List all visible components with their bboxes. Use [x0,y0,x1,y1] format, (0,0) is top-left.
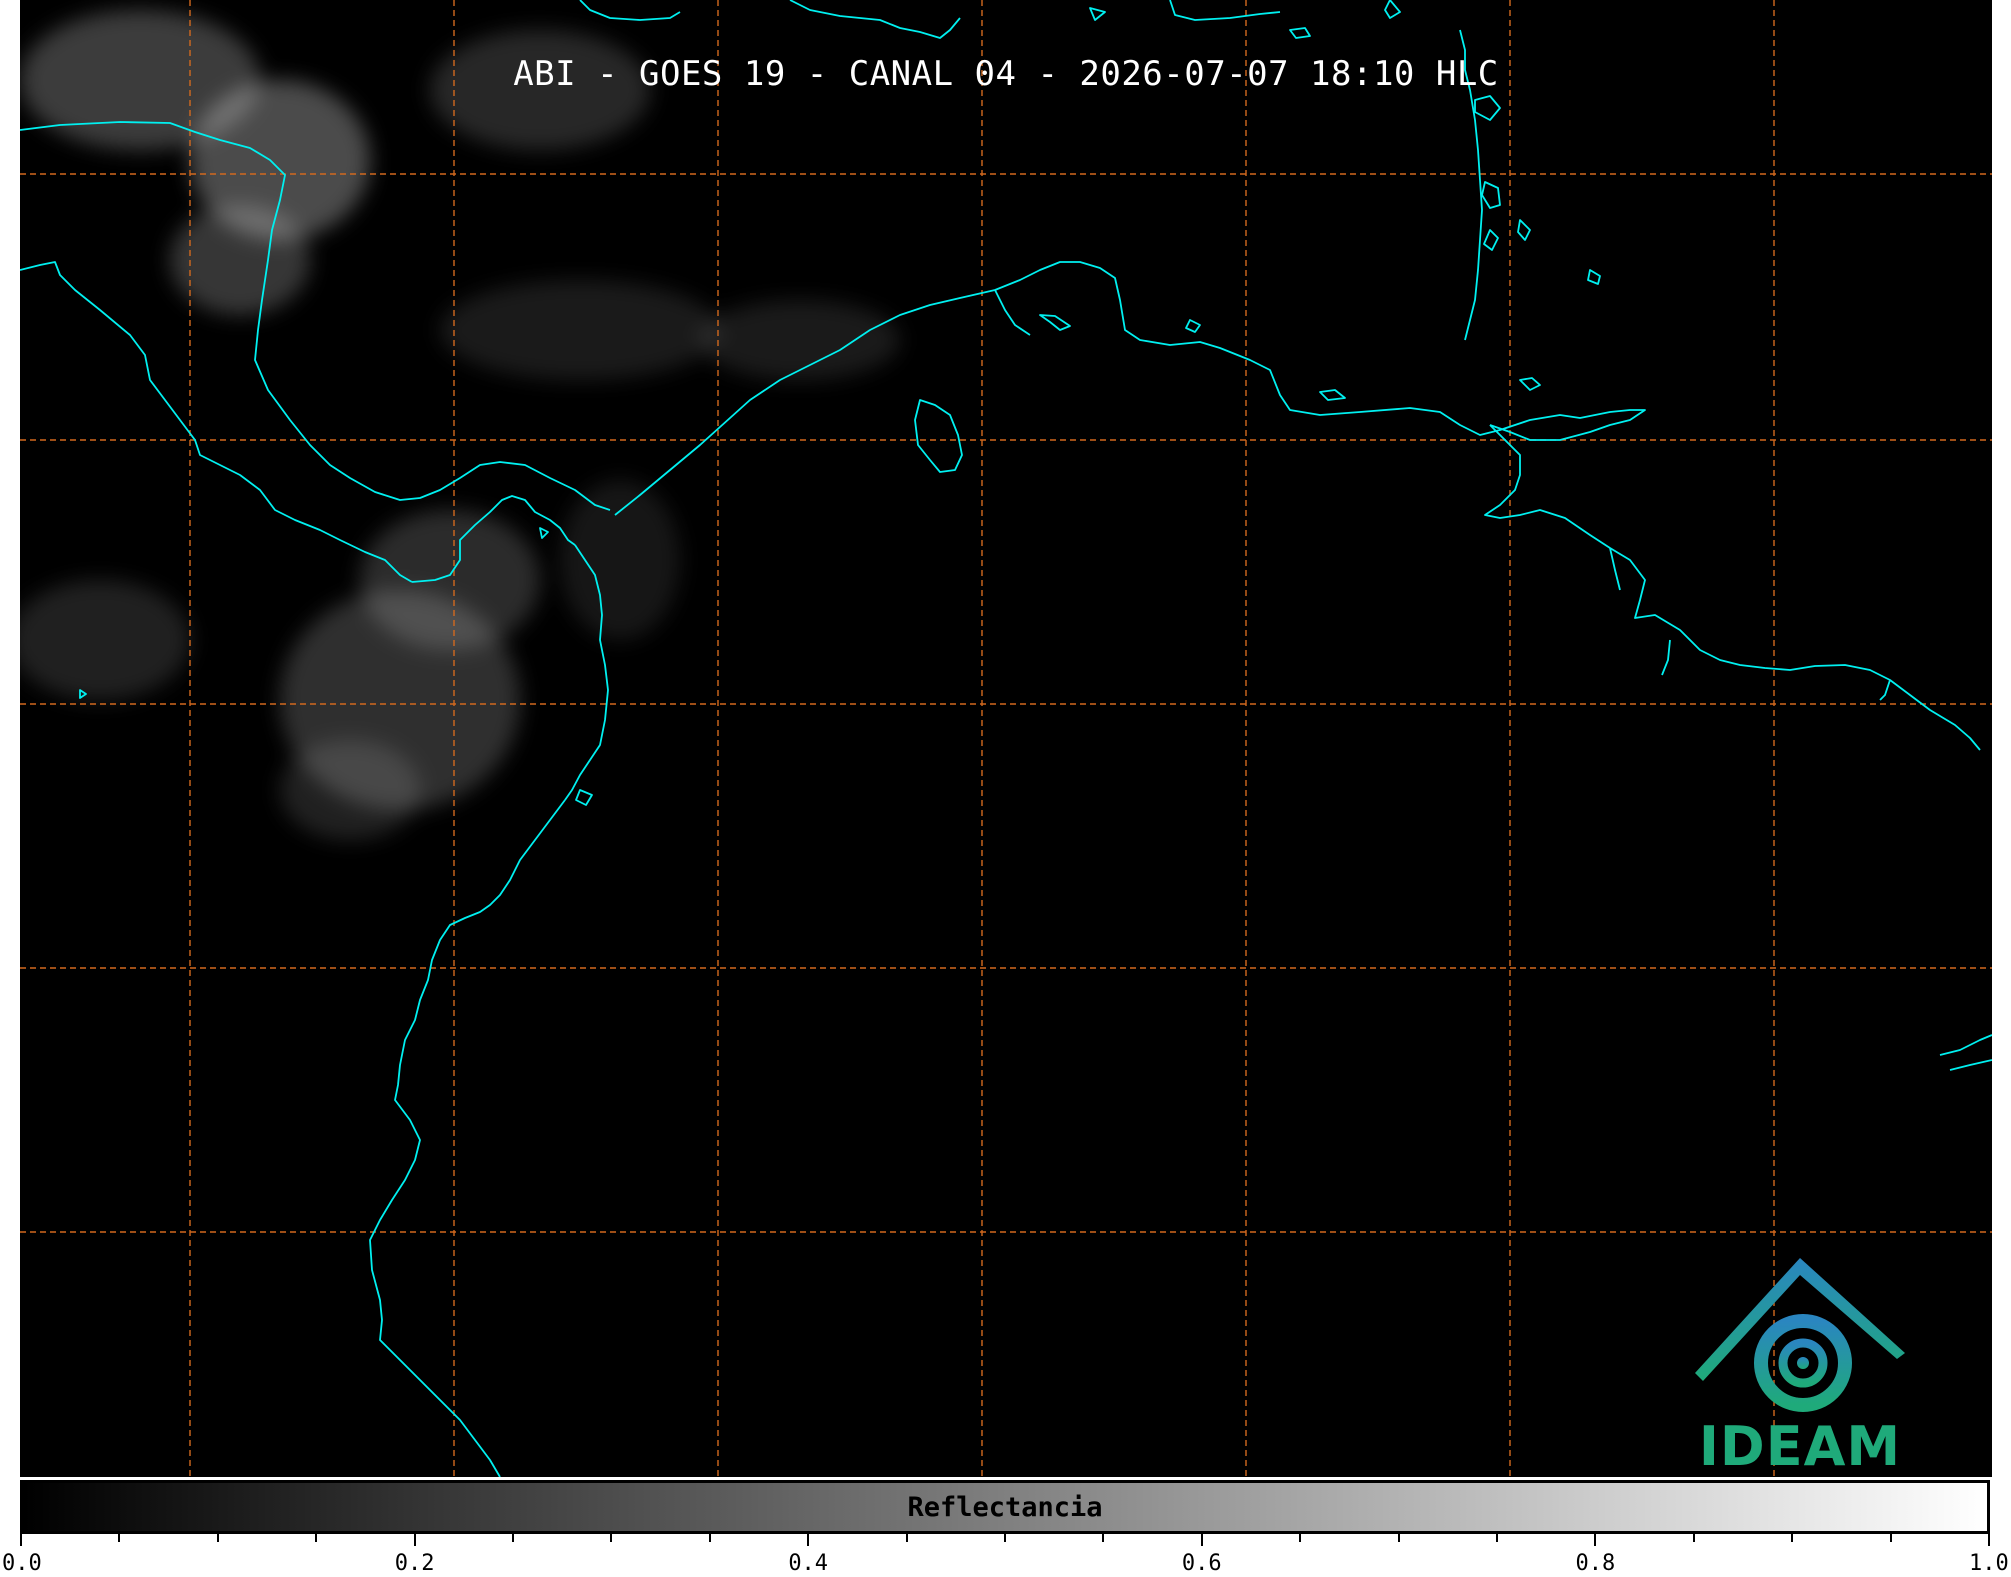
map-title: ABI - GOES 19 - CANAL 04 - 2026-07-07 18… [513,54,1499,94]
colorbar-minor-tick [1102,1534,1105,1542]
colorbar-tick-label: 0.8 [1575,1551,1616,1576]
colorbar-major-tick [1988,1534,1990,1546]
colorbar-minor-tick [1692,1534,1695,1542]
colorbar-minor-tick [1791,1534,1794,1542]
colorbar-ticks: 0.0 0.2 0.4 0.6 0.8 1.0 [2,1534,2009,1577]
ideam-logo-text: IDEAM [1698,1415,1902,1477]
colorbar-minor-tick [905,1534,908,1542]
ideam-logo: IDEAM [1685,1253,1915,1477]
colorbar-minor-tick [216,1534,219,1542]
colorbar-minor-tick [610,1534,613,1542]
colorbar-major-tick [1200,1534,1203,1546]
colorbar-major-tick [1594,1534,1597,1546]
colorbar-minor-tick [1397,1534,1400,1542]
satellite-map: ABI - GOES 19 - CANAL 04 - 2026-07-07 18… [20,0,1992,1477]
colorbar-major-tick [20,1534,22,1546]
colorbar-minor-tick [1496,1534,1498,1542]
colorbar-minor-tick [708,1534,711,1542]
colorbar-minor-tick [1004,1534,1006,1542]
colorbar-major-tick [807,1534,810,1546]
colorbar-tick-label: 0.6 [1181,1551,1222,1576]
colorbar-tick-label: 0.2 [394,1551,435,1576]
colorbar-minor-tick [512,1534,514,1542]
cloud-cover [20,10,900,840]
colorbar-label: Reflectancia [907,1492,1103,1523]
colorbar-minor-tick [1889,1534,1892,1542]
colorbar-minor-tick [1299,1534,1302,1542]
colorbar-tick-label: 1.0 [1969,1551,2009,1576]
colorbar-tick-label: 0.4 [788,1551,829,1576]
colorbar-minor-tick [315,1534,318,1542]
colorbar-tick-label: 0.0 [2,1551,42,1576]
colorbar-major-tick [413,1534,416,1546]
ideam-logo-icon [1695,1258,1905,1412]
colorbar-minor-tick [118,1534,121,1542]
colorbar: Reflectancia [20,1480,1990,1534]
